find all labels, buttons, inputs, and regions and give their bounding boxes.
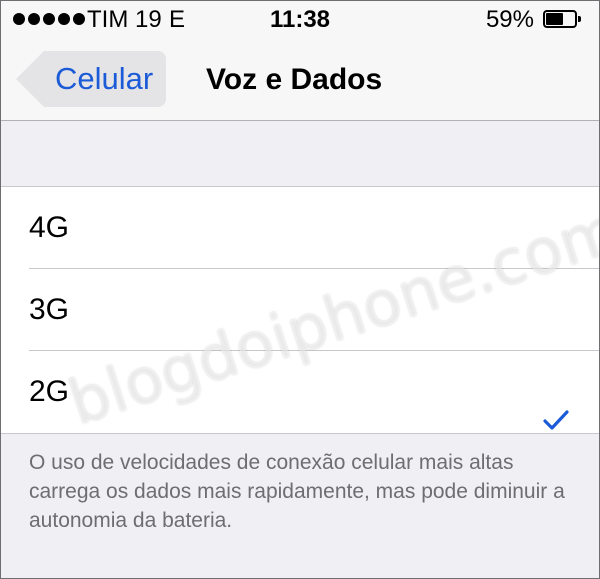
status-bar: TIM 19 E 11:38 59% — [0, 0, 600, 40]
network-options-list: 4G 3G 2G — [0, 186, 600, 434]
battery-percent: 59% — [485, 6, 534, 33]
option-4g[interactable]: 4G — [0, 187, 600, 269]
navigation-bar: Celular Voz e Dados — [0, 40, 600, 121]
battery-fill — [546, 13, 563, 25]
back-button-label: Celular — [55, 61, 154, 96]
option-3g[interactable]: 3G — [0, 269, 600, 351]
option-label: 4G — [29, 211, 70, 244]
option-label: 2G — [29, 375, 70, 408]
footer-description: O uso de velocidades de conexão celular … — [29, 451, 565, 532]
battery-icon — [543, 10, 583, 30]
option-label: 3G — [29, 293, 70, 326]
battery-nub — [578, 16, 581, 22]
page-title: Voz e Dados — [206, 63, 383, 96]
option-2g[interactable]: 2G — [0, 351, 600, 433]
